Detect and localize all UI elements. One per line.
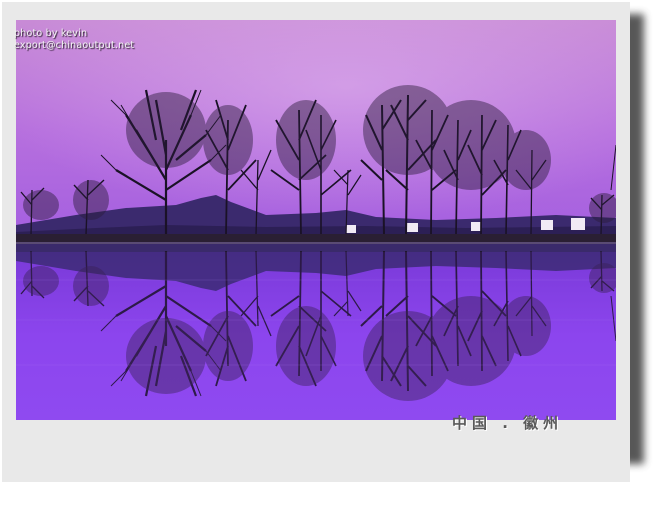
photo-watermark: photo by kevin export@chinaoutput.net [14,28,134,52]
landscape-photo [16,20,616,420]
photo-card: photo by kevin export@chinaoutput.net 中国… [2,2,630,482]
lake-reflection-image [16,20,616,420]
watermark-credit: photo by kevin [14,28,88,39]
watermark-email: export@chinaoutput.net [14,40,135,51]
place-caption: 中国 . 徽州 [452,414,564,432]
